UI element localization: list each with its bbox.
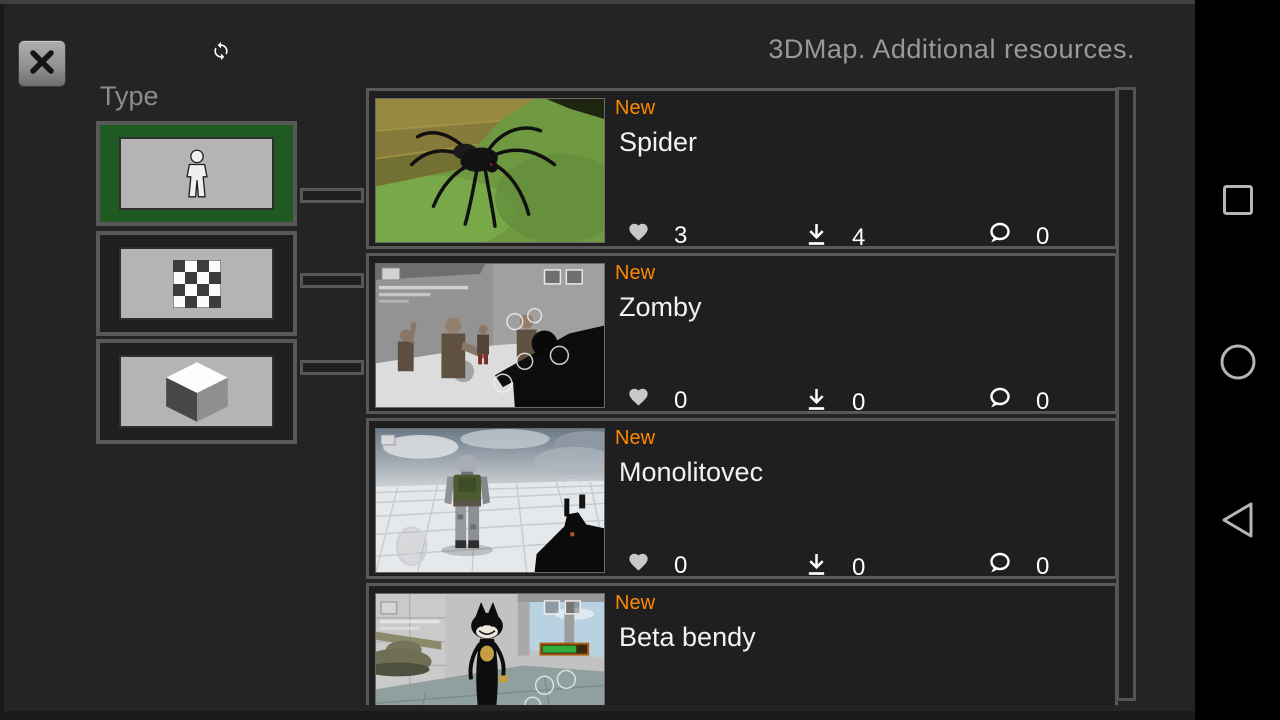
recents-square-icon[interactable] xyxy=(1195,165,1280,235)
download-icon xyxy=(805,551,828,585)
thumbnail-beta-bendy xyxy=(375,593,605,705)
bottom-strip xyxy=(4,711,1196,720)
new-badge: New xyxy=(615,427,656,449)
new-badge: New xyxy=(615,262,656,284)
likes-stat: 0 xyxy=(627,551,687,580)
connector-bar xyxy=(300,360,364,375)
comments-stat: 0 xyxy=(987,221,1049,252)
thumbnail-zomby xyxy=(375,263,605,408)
thumbnail-spider xyxy=(375,98,605,243)
resource-title: Beta bendy xyxy=(619,622,756,652)
heart-icon xyxy=(627,551,650,580)
resource-card-beta-bendy[interactable]: New Beta bendy xyxy=(366,583,1118,705)
resource-card-spider[interactable]: New Spider 3 4 0 xyxy=(366,88,1118,252)
resource-title: Monolitovec xyxy=(619,457,764,487)
comments-count: 0 xyxy=(1036,552,1050,580)
app-screen: 3DMap. Additional resources. Type New Sp… xyxy=(0,0,1280,720)
list-scrollbar[interactable] xyxy=(1116,87,1136,701)
refresh-sync-icon[interactable] xyxy=(211,41,231,61)
downloads-count: 0 xyxy=(852,389,866,416)
comments-count: 0 xyxy=(1036,222,1050,250)
close-x-icon xyxy=(28,48,56,79)
downloads-count: 4 xyxy=(852,224,866,251)
new-badge: New xyxy=(615,592,656,614)
android-nav-bar xyxy=(1195,0,1280,720)
type-button-textures[interactable] xyxy=(96,231,297,336)
resource-card-monolitovec[interactable]: New Monolitovec 0 0 0 xyxy=(366,418,1118,582)
back-triangle-icon[interactable] xyxy=(1195,485,1280,555)
heart-icon xyxy=(627,221,650,250)
cube-icon xyxy=(119,355,274,428)
downloads-stat: 4 xyxy=(805,221,865,255)
comments-count: 0 xyxy=(1036,387,1050,415)
checkerboard-icon xyxy=(119,247,274,320)
comments-stat: 0 xyxy=(987,386,1049,417)
likes-count: 0 xyxy=(674,551,688,579)
connector-bar xyxy=(300,188,364,203)
likes-stat: 0 xyxy=(627,386,687,415)
likes-count: 0 xyxy=(674,386,688,414)
downloads-stat: 0 xyxy=(805,551,865,585)
resource-title: Spider xyxy=(619,127,698,157)
new-badge: New xyxy=(615,97,656,119)
resource-card-zomby[interactable]: New Zomby 0 0 0 xyxy=(366,253,1118,417)
downloads-count: 0 xyxy=(852,554,866,581)
comment-bubble-icon xyxy=(987,551,1012,582)
left-strip xyxy=(0,4,4,720)
likes-count: 3 xyxy=(674,221,688,249)
comments-stat: 0 xyxy=(987,551,1049,582)
top-strip xyxy=(0,0,1196,4)
comment-bubble-icon xyxy=(987,221,1012,252)
thumbnail-monolitovec xyxy=(375,428,605,573)
heart-icon xyxy=(627,386,650,415)
person-icon xyxy=(119,137,274,210)
type-label: Type xyxy=(100,81,159,111)
resource-title: Zomby xyxy=(619,292,702,322)
downloads-stat: 0 xyxy=(805,386,865,420)
likes-stat: 3 xyxy=(627,221,687,250)
connector-bar xyxy=(300,273,364,288)
type-button-models[interactable] xyxy=(96,339,297,444)
type-button-characters[interactable] xyxy=(96,121,297,226)
download-icon xyxy=(805,221,828,255)
download-icon xyxy=(805,386,828,420)
resource-list: New Spider 3 4 0 New Zomby 0 0 0 New Mon… xyxy=(364,85,1142,705)
home-circle-icon[interactable] xyxy=(1195,327,1280,397)
comment-bubble-icon xyxy=(987,386,1012,417)
close-button[interactable] xyxy=(18,40,66,87)
page-title: 3DMap. Additional resources. xyxy=(768,34,1135,64)
